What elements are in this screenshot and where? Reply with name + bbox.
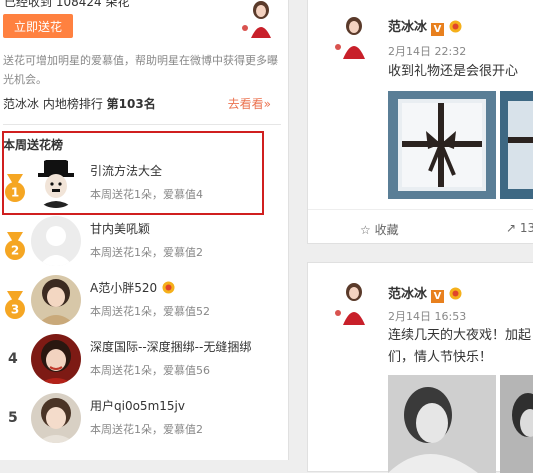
vip-icon xyxy=(449,287,462,300)
post-text: 收到礼物还是会很开心 xyxy=(388,64,519,79)
medal-number: 2 xyxy=(11,244,19,258)
medal-number: 3 xyxy=(11,303,19,317)
divider xyxy=(3,124,281,125)
user-name[interactable]: A范小胖520 xyxy=(90,279,176,296)
verified-icon: V xyxy=(431,290,445,303)
silver-medal-icon: 2 xyxy=(5,232,25,260)
post-photo[interactable] xyxy=(500,375,533,473)
list-item[interactable]: 5 用户qi0o5m15jv 本周送花1朵，爱慕值2 xyxy=(0,393,288,449)
user-avatar[interactable] xyxy=(31,275,81,325)
verified-icon: V xyxy=(431,23,445,36)
user-avatar[interactable] xyxy=(31,334,81,384)
rank-prefix: 范冰冰 内地榜排行 xyxy=(3,97,103,111)
post-footer: ☆ 收藏 ↗ 13 xyxy=(308,209,533,248)
forward-icon: ↗ xyxy=(506,221,517,235)
user-name[interactable]: 甘内美吼颖 xyxy=(90,220,150,237)
forward-count: 13 xyxy=(519,221,533,235)
post-photo[interactable] xyxy=(388,91,496,199)
post-date[interactable]: 2月14日 16:53 xyxy=(388,308,466,324)
user-stats: 本周送花1朵，爱慕值52 xyxy=(90,305,210,318)
send-flower-button[interactable]: 立即送花 xyxy=(3,14,73,38)
vip-icon xyxy=(449,20,462,33)
post-photo[interactable] xyxy=(500,91,533,199)
see-more-link[interactable]: 去看看» xyxy=(228,95,271,112)
user-name-text: A范小胖520 xyxy=(90,281,158,295)
rank-value: 第103名 xyxy=(106,97,156,111)
user-stats: 本周送花1朵，爱慕值2 xyxy=(90,246,203,259)
poster-name-row[interactable]: 范冰冰 V xyxy=(388,16,463,36)
favorite-button[interactable]: ☆ 收藏 xyxy=(360,221,399,238)
poster-name: 范冰冰 xyxy=(388,287,428,302)
vip-icon xyxy=(162,281,175,294)
list-item[interactable]: 2 甘内美吼颖 本周送花1朵，爱慕值2 xyxy=(0,216,288,272)
poster-name: 范冰冰 xyxy=(388,20,428,35)
favorite-label: 收藏 xyxy=(374,223,399,237)
forward-button[interactable]: ↗ 13 xyxy=(506,221,533,235)
poster-avatar[interactable] xyxy=(330,13,376,59)
bronze-medal-icon: 3 xyxy=(5,291,25,319)
weibo-post: 范冰冰 V 2月14日 16:53 连续几天的大夜戏！加起们，情人节快乐！ xyxy=(307,262,533,473)
post-photo[interactable] xyxy=(388,375,496,473)
user-stats: 本周送花1朵，爱慕值2 xyxy=(90,423,203,436)
flower-count-text: 已经收到 108424 朵花 xyxy=(4,0,130,9)
user-avatar[interactable] xyxy=(31,393,81,443)
user-name[interactable]: 深度国际--深度捆绑--无缝捆绑 xyxy=(90,338,251,355)
rank-number: 4 xyxy=(8,351,18,367)
post-date[interactable]: 2月14日 22:32 xyxy=(388,43,466,59)
user-avatar[interactable] xyxy=(31,216,81,266)
user-stats: 本周送花1朵，爱慕值56 xyxy=(90,364,210,377)
celebrity-avatar[interactable] xyxy=(237,0,281,38)
post-text: 连续几天的大夜戏！加起们，情人节快乐！ xyxy=(388,328,532,365)
poster-avatar[interactable] xyxy=(330,279,376,325)
list-item[interactable]: 3 A范小胖520 本周送花1朵，爱慕值52 xyxy=(0,275,288,331)
flower-panel: 已经收到 108424 朵花 立即送花 送花可增加明星的爱慕值，帮助明星在微博中… xyxy=(0,0,289,460)
star-icon: ☆ xyxy=(360,223,371,237)
weibo-post: 范冰冰 V 2月14日 22:32 收到礼物还是会很开心 ☆ 收藏 ↗ 13 xyxy=(307,0,533,244)
rank-number: 5 xyxy=(8,410,18,426)
list-item[interactable]: 4 深度国际--深度捆绑--无缝捆绑 本周送花1朵，爱慕值56 xyxy=(0,334,288,390)
rank-line: 范冰冰 内地榜排行 第103名 去看看» xyxy=(3,95,281,113)
flower-description: 送花可增加明星的爱慕值，帮助明星在微博中获得更多曝光机会。 xyxy=(3,54,278,86)
poster-name-row[interactable]: 范冰冰 V xyxy=(388,283,463,303)
highlight-box xyxy=(2,131,264,215)
user-name[interactable]: 用户qi0o5m15jv xyxy=(90,397,185,414)
